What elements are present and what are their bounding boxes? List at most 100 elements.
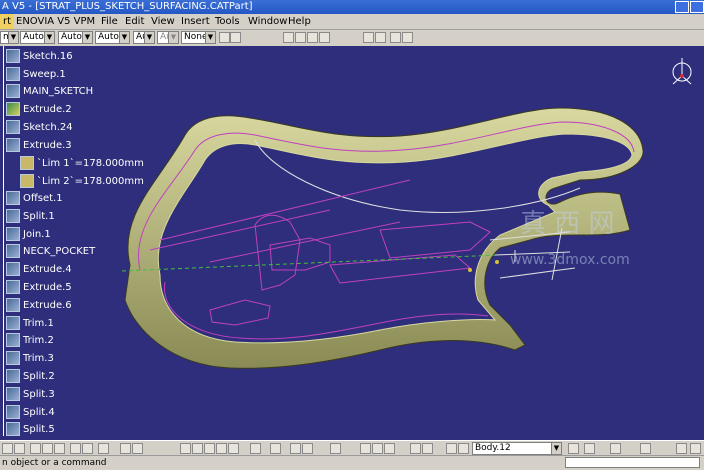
tree-item-trim3[interactable]: Trim.3 (6, 350, 54, 366)
swap-space-icon[interactable] (302, 443, 313, 454)
join-tool-icon[interactable] (446, 443, 457, 454)
point-combo[interactable]: Aut▼ (157, 31, 179, 44)
line-icon[interactable] (372, 443, 383, 454)
tree-item-lim2[interactable]: `Lim 2`=178.000mm (20, 173, 144, 189)
sketch-icon (6, 84, 20, 98)
normal-view-icon[interactable] (228, 443, 239, 454)
iso-view-icon[interactable] (250, 443, 261, 454)
menu-view[interactable]: View (151, 14, 175, 29)
menu-window[interactable]: Window (248, 14, 287, 29)
menu-bar: rt ENOVIA V5 VPM File Edit View Insert T… (0, 14, 704, 30)
fly-mode-icon[interactable] (120, 443, 131, 454)
tree-item-split2[interactable]: Split.2 (6, 368, 55, 384)
zoom-out-view-icon[interactable] (216, 443, 227, 454)
plane-icon[interactable] (384, 443, 395, 454)
tree-item-split4[interactable]: Split.4 (6, 404, 55, 420)
point-icon[interactable] (360, 443, 371, 454)
tree-item-extrude4[interactable]: Extrude.4 (6, 261, 72, 277)
watermark-chinese: 真 西 网 (520, 209, 615, 239)
sketcher-icon[interactable] (330, 443, 341, 454)
shading-icon[interactable] (270, 443, 281, 454)
tree-item-extrude6[interactable]: Extrude.6 (6, 297, 72, 313)
tree-item-sweep1[interactable]: Sweep.1 (6, 66, 66, 82)
tree-item-extrude3[interactable]: Extrude.3 (6, 137, 72, 153)
bottom-toolbar: Body.12 ▼ (0, 440, 704, 456)
knowledge-icon[interactable] (610, 443, 621, 454)
tree-item-split3[interactable]: Split.3 (6, 386, 55, 402)
tree-item-trim1[interactable]: Trim.1 (6, 315, 54, 331)
transparency-combo[interactable]: Auto ▼ (58, 31, 93, 44)
parameter-icon (20, 174, 34, 188)
tree-item-neck-pocket[interactable]: NECK_POCKET (6, 243, 95, 259)
tree-item-split1[interactable]: Split.1 (6, 208, 55, 224)
copy-icon[interactable] (42, 443, 53, 454)
extrude-icon (6, 262, 20, 276)
status-bar: n object or a command (0, 455, 704, 470)
lineweight-combo[interactable]: Aut▼ (133, 31, 155, 44)
catalog-icon[interactable] (640, 443, 651, 454)
paste-icon[interactable] (54, 443, 65, 454)
rotate-view-icon[interactable] (192, 443, 203, 454)
tree-item-trim2[interactable]: Trim.2 (6, 332, 54, 348)
rotate-icon[interactable] (319, 32, 330, 43)
maximize-button[interactable] (690, 1, 704, 13)
tree-item-sketch16[interactable]: Sketch.16 (6, 48, 73, 64)
zoom-area-icon[interactable] (283, 32, 294, 43)
linetype-combo[interactable]: Auto ▼ (95, 31, 130, 44)
layer-combo[interactable]: ma▼ (0, 31, 19, 44)
color-combo[interactable]: Auto ▼ (20, 31, 55, 44)
tree-item-split5[interactable]: Split.5 (6, 421, 55, 437)
tree-item-sketch24[interactable]: Sketch.24 (6, 119, 73, 135)
menu-enovia[interactable]: ENOVIA V5 VPM (16, 14, 95, 29)
fit-all-icon[interactable] (132, 443, 143, 454)
tree-item-lim1[interactable]: `Lim 1`=178.000mm (20, 155, 144, 171)
toggle-1-icon[interactable] (363, 32, 374, 43)
cut-icon[interactable] (30, 443, 41, 454)
whats-this-icon[interactable] (98, 443, 109, 454)
join-icon (6, 227, 20, 241)
menu-start-highlight[interactable]: rt (0, 14, 14, 29)
print-icon[interactable] (14, 443, 25, 454)
toggle-4-icon[interactable] (402, 32, 413, 43)
tree-item-extrude5[interactable]: Extrude.5 (6, 279, 72, 295)
tree-item-main-sketch[interactable]: MAIN_SKETCH (6, 83, 93, 99)
zoom-in-icon[interactable] (295, 32, 306, 43)
save-icon[interactable] (2, 443, 13, 454)
tree-item-join1[interactable]: Join.1 (6, 226, 51, 242)
menu-file[interactable]: File (101, 14, 118, 29)
command-input[interactable] (565, 457, 700, 468)
redo-icon[interactable] (82, 443, 93, 454)
menu-tools[interactable]: Tools (215, 14, 240, 29)
paint-icon[interactable] (230, 32, 241, 43)
extrude-tool-icon[interactable] (410, 443, 421, 454)
zoom-in-view-icon[interactable] (204, 443, 215, 454)
tree-item-offset1[interactable]: Offset.1 (6, 190, 63, 206)
tree-item-extrude2[interactable]: Extrude.2 (6, 101, 72, 117)
sketch-point (495, 260, 499, 264)
parameter-icon (20, 156, 34, 170)
pan-icon[interactable] (180, 443, 191, 454)
toggle-2-icon[interactable] (375, 32, 386, 43)
minimize-button[interactable] (675, 1, 689, 13)
sketch-icon (6, 244, 20, 258)
format-painter-icon[interactable] (219, 32, 230, 43)
hide-show-icon[interactable] (290, 443, 301, 454)
compass-icon (672, 58, 692, 85)
publish-icon[interactable] (676, 443, 687, 454)
body-combo[interactable]: Body.12 ▼ (472, 442, 562, 455)
menu-help[interactable]: Help (288, 14, 311, 29)
zoom-out-icon[interactable] (307, 32, 318, 43)
undo-icon[interactable] (70, 443, 81, 454)
window-title: A V5 - [STRAT_PLUS_SKETCH_SURFACING.CATP… (2, 1, 253, 12)
apply-material-icon[interactable] (690, 443, 701, 454)
split-tool-icon[interactable] (458, 443, 469, 454)
analysis-icon[interactable] (584, 443, 595, 454)
sweep-tool-icon[interactable] (422, 443, 433, 454)
layer-filter-combo[interactable]: None ▼ (181, 31, 216, 44)
menu-insert[interactable]: Insert (181, 14, 210, 29)
menu-edit[interactable]: Edit (125, 14, 144, 29)
extrude-icon (6, 280, 20, 294)
measure-icon[interactable] (568, 443, 579, 454)
toggle-3-icon[interactable] (390, 32, 401, 43)
3d-viewport[interactable]: 真 西 网 www.3dmox.com (0, 46, 704, 440)
